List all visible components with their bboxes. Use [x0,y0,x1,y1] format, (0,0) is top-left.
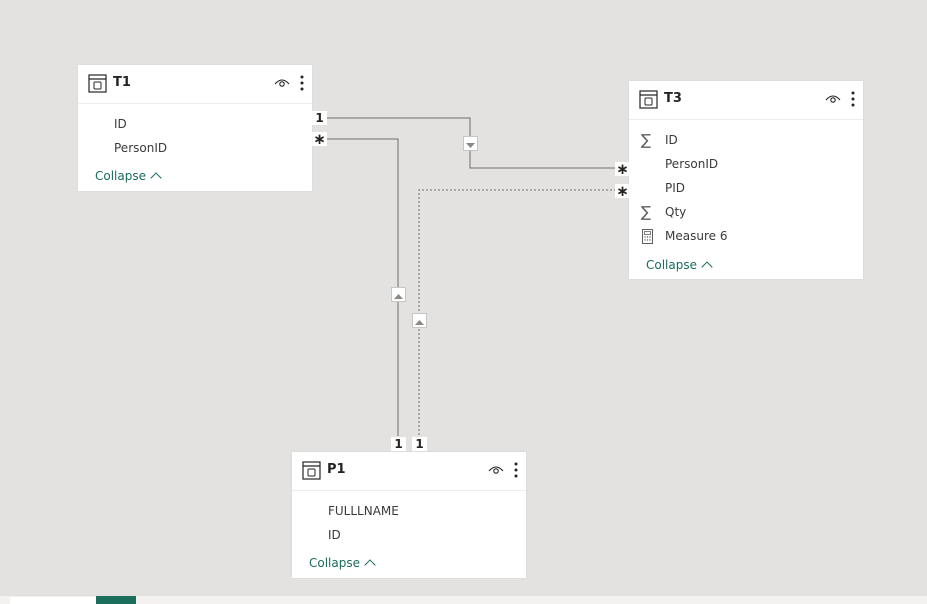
cardinality-many: ∗ [312,130,327,148]
table-title: P1 [327,462,346,477]
field-label: ID [114,117,127,131]
collapse-label: Collapse [646,258,697,272]
table-card-p1[interactable]: P1 FULLLNAME ID Collapse [292,452,526,578]
sigma-icon: ∑ [641,203,652,221]
field-label: FULLLNAME [328,504,399,518]
eye-icon[interactable] [488,464,504,476]
field-row[interactable]: PID [629,177,863,201]
field-row[interactable]: PersonID [629,153,863,177]
model-canvas[interactable]: 1 ∗ ∗ ∗ 1 1 T1 ID PersonID Collapse T3 ∑… [0,0,927,603]
table-icon [88,74,107,93]
field-label: PID [665,181,686,195]
more-options-icon[interactable] [299,74,305,92]
chevron-up-icon [150,172,162,184]
filter-direction-down-icon[interactable] [463,136,478,151]
field-label: ID [665,133,678,147]
field-label: PersonID [114,141,168,155]
cardinality-many: ∗ [615,160,630,178]
chevron-up-icon [701,261,713,273]
field-row[interactable]: ∑ ID [629,129,863,153]
field-row[interactable]: ∑ Qty [629,201,863,225]
field-row[interactable]: ID [78,113,312,137]
field-row[interactable]: ID [292,524,526,548]
table-card-t1[interactable]: T1 ID PersonID Collapse [78,65,312,191]
cardinality-one: 1 [412,437,427,451]
collapse-button[interactable]: Collapse [646,258,713,273]
table-card-header[interactable]: T3 [629,81,863,120]
eye-icon[interactable] [274,77,290,89]
collapse-button[interactable]: Collapse [95,169,162,184]
table-icon [302,461,321,480]
cardinality-one: 1 [312,111,327,125]
filter-direction-up-icon[interactable] [412,313,427,328]
more-options-icon[interactable] [850,90,856,108]
field-label: Measure 6 [665,229,728,243]
field-row[interactable]: FULLLNAME [292,500,526,524]
collapse-button[interactable]: Collapse [309,556,376,571]
table-card-header[interactable]: P1 [292,452,526,491]
cardinality-one: 1 [391,437,406,451]
chevron-up-icon [364,559,376,571]
field-row[interactable]: Measure 6 [629,225,863,249]
field-row[interactable]: PersonID [78,137,312,161]
relationship-t3-p1-inactive [418,189,616,436]
cardinality-many: ∗ [615,182,630,200]
eye-icon[interactable] [825,93,841,105]
sigma-icon: ∑ [641,131,652,149]
relationship-t1-p1 [327,138,399,436]
filter-direction-up-icon[interactable] [391,287,406,302]
table-card-t3[interactable]: T3 ∑ ID PersonID PID ∑ Qty Measure 6 Col… [629,81,863,279]
table-card-header[interactable]: T1 [78,65,312,104]
table-title: T3 [664,91,682,106]
collapse-label: Collapse [95,169,146,183]
field-label: PersonID [665,157,719,171]
more-options-icon[interactable] [513,461,519,479]
field-label: Qty [665,205,687,219]
table-title: T1 [113,75,131,90]
collapse-label: Collapse [309,556,360,570]
table-icon [639,90,658,109]
field-label: ID [328,528,341,542]
calculator-icon [642,229,653,244]
